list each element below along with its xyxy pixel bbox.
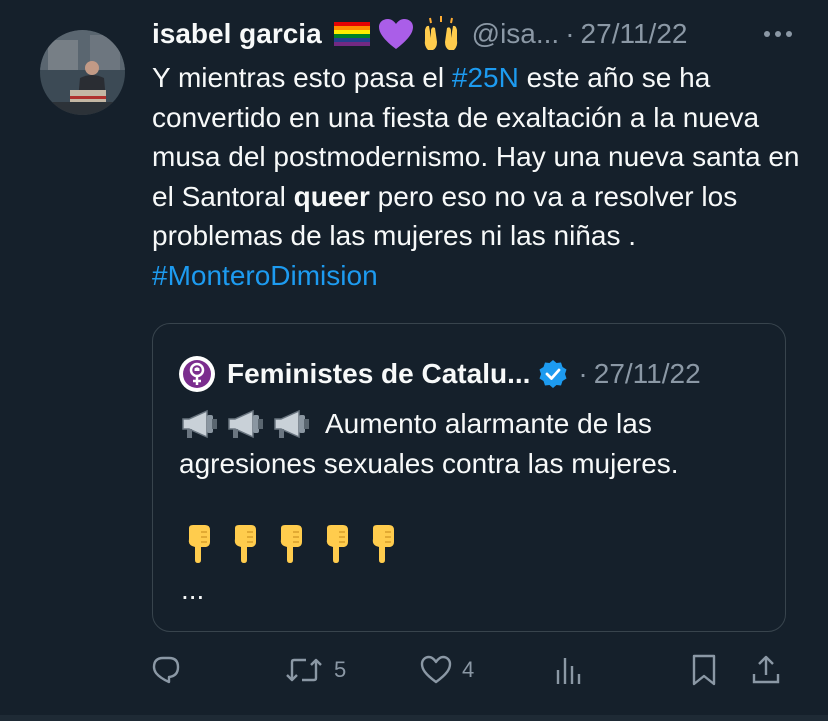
pointing-down-icon	[188, 525, 210, 563]
views-button[interactable]	[554, 650, 584, 690]
quoted-tweet-text: Aumento alarmante de las agresiones sexu…	[179, 404, 769, 484]
hashtag-link[interactable]: #25N	[452, 62, 519, 93]
quoted-tweet-date[interactable]: 27/11/22	[594, 358, 701, 390]
retweet-count: 5	[334, 657, 347, 682]
share-button[interactable]	[750, 650, 782, 690]
rainbow-flag-icon	[333, 22, 370, 46]
truncation-ellipsis: ...	[181, 574, 205, 605]
quoted-author-name[interactable]: Feministes de Catalu...	[227, 358, 530, 390]
separator-dot: ·	[565, 18, 575, 49]
pointing-down-icon	[234, 525, 256, 563]
megaphones	[179, 407, 311, 441]
quoted-tweet[interactable]: Feministes de Catalu... · 27/11/22 Aumen…	[152, 323, 786, 632]
share-icon	[752, 655, 780, 684]
tweet-text-bold: queer	[293, 180, 370, 212]
like-count: 4	[462, 657, 475, 682]
purple-heart-icon	[378, 19, 413, 49]
pointing-down-emojis	[183, 524, 399, 564]
tweet-date[interactable]: 27/11/22	[581, 18, 688, 50]
more-options-button[interactable]	[758, 14, 798, 54]
like-icon	[420, 655, 452, 684]
author-emojis	[333, 16, 460, 52]
feminist-symbol-icon	[183, 360, 211, 388]
author-avatar[interactable]	[40, 30, 125, 115]
author-handle[interactable]: @isa...	[472, 18, 560, 50]
retweet-button[interactable]: 5	[284, 650, 346, 690]
separator-dot: ·	[578, 358, 588, 389]
megaphone-icon	[182, 409, 217, 439]
megaphone-icon	[274, 409, 309, 439]
raising-hands-icon	[424, 16, 457, 50]
more-icon	[764, 31, 792, 37]
quoted-author-avatar[interactable]	[179, 356, 215, 392]
megaphone-icon	[228, 409, 263, 439]
tweet-text-part: Y mientras esto pasa el	[152, 62, 452, 93]
like-button[interactable]: 4	[420, 650, 474, 690]
pointing-down-icon	[372, 525, 394, 563]
reply-button[interactable]	[150, 650, 192, 690]
bookmark-button[interactable]	[690, 650, 718, 690]
verified-badge-icon	[539, 360, 567, 388]
author-name[interactable]: isabel garcia	[152, 18, 322, 50]
analytics-icon	[556, 658, 581, 684]
bookmark-icon	[692, 654, 716, 686]
divider	[0, 715, 828, 721]
pointing-down-icon	[326, 525, 348, 563]
tweet-actions: 5 4	[150, 650, 790, 690]
hashtag-link[interactable]: #MonteroDimision	[152, 260, 378, 291]
tweet-text: Y mientras esto pasa el #25N este año se…	[152, 58, 802, 295]
reply-icon	[152, 656, 180, 684]
quoted-tweet-header: Feministes de Catalu... · 27/11/22	[179, 354, 765, 394]
pointing-down-icon	[280, 525, 302, 563]
retweet-icon	[286, 658, 322, 682]
tweet-header: isabel garcia @isa... · 27/11/22	[152, 14, 798, 54]
